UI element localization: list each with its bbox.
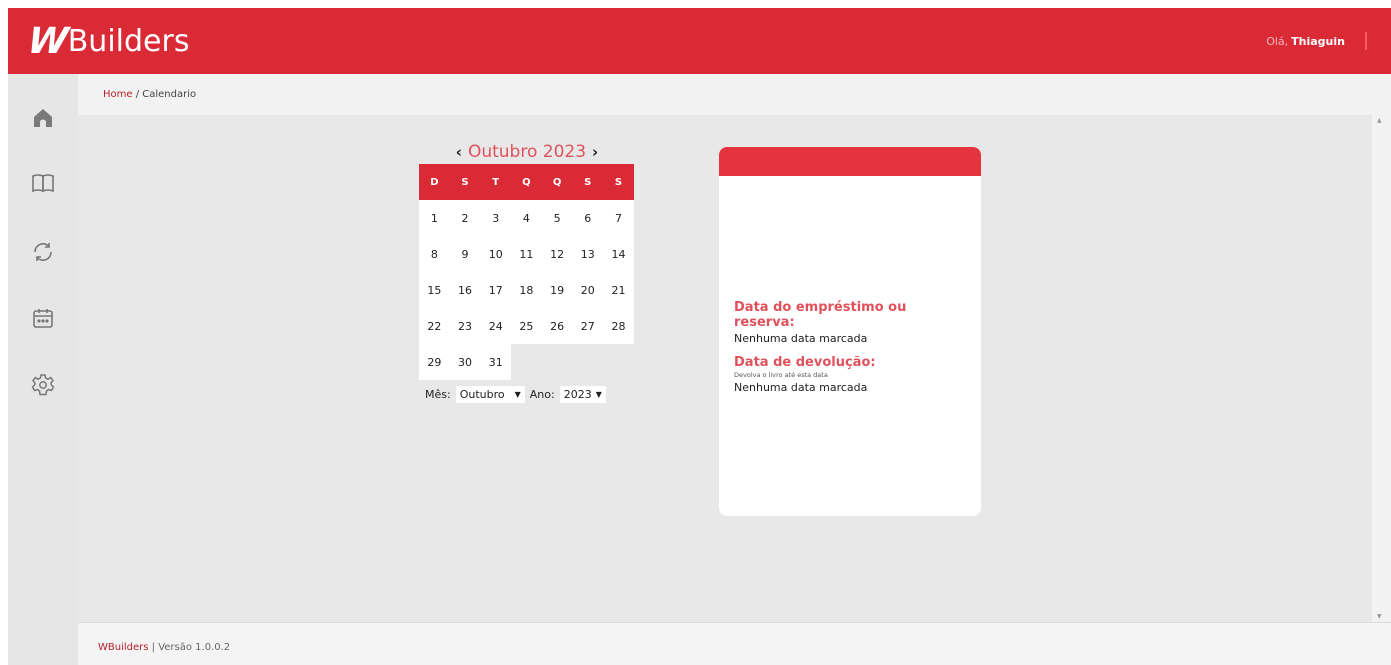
calendar-day[interactable]: 3 [480,200,512,236]
weekday-header-row: D S T Q Q S S [419,164,634,200]
breadcrumb-home-link[interactable]: Home [103,89,133,100]
calendar-day[interactable]: 31 [480,344,512,380]
calendar-week-row: 29 30 31 [419,344,634,380]
calendar-week-row: 15 16 17 18 19 20 21 [419,272,634,308]
footer-version: | Versão 1.0.0.2 [148,642,231,653]
calendar-day[interactable]: 25 [511,308,542,344]
calendar-controls: Mês: Outubro ▼ Ano: 2023 ▼ [425,386,611,403]
calendar-day[interactable]: 30 [449,344,481,380]
weekday-label: S [572,164,604,200]
return-date-value: Nenhuma data marcada [734,381,868,394]
scroll-up-icon[interactable]: ▲ [1377,117,1382,124]
greeting-text: Olá, [1266,34,1289,48]
calendar-day[interactable]: 4 [511,200,542,236]
footer: WBuilders | Versão 1.0.0.2 [78,622,1391,665]
calendar-day[interactable]: 23 [449,308,481,344]
calendar-day[interactable]: 9 [449,236,481,272]
year-select[interactable]: 2023 ▼ [559,386,606,403]
breadcrumb-separator: / [132,89,143,100]
calendar-day[interactable]: 16 [449,272,481,308]
calendar-day[interactable]: 27 [572,308,604,344]
return-date-hint: Devolva o livro até esta data [734,371,828,379]
chevron-down-icon: ▼ [595,390,602,399]
year-select-value: 2023 [563,388,592,401]
calendar-week-row: 1 2 3 4 5 6 7 [419,200,634,236]
logo-text: Builders [67,23,190,59]
calendar-day[interactable]: 2 [449,200,481,236]
calendar-day[interactable]: 21 [603,272,634,308]
footer-brand: WBuilders [98,642,149,653]
calendar-day[interactable]: 13 [572,236,604,272]
calendar-header: ‹ Outubro 2023 › [420,141,634,163]
calendar-day[interactable]: 15 [419,272,450,308]
calendar-day[interactable]: 7 [603,200,634,236]
gear-icon[interactable] [31,373,55,397]
calendar-day[interactable]: 17 [480,272,512,308]
card-body: Data do empréstimo ou reserva: Nenhuma d… [734,300,971,394]
loan-date-value: Nenhuma data marcada [734,332,868,345]
calendar-week-row: 22 23 24 25 26 27 28 [419,308,634,344]
calendar-day[interactable]: 29 [419,344,450,380]
calendar-empty-cell [572,344,603,380]
calendar-day[interactable]: 26 [541,308,573,344]
calendar-day[interactable]: 11 [511,236,542,272]
book-icon[interactable] [31,171,55,195]
footer-text: WBuilders | Versão 1.0.0.2 [98,642,230,653]
calendar-empty-cell [511,344,542,380]
return-date-label: Data de devolução: [734,355,876,370]
user-greeting[interactable]: Olá, Thiaguin [1266,32,1367,50]
month-select-label: Mês: [425,388,451,401]
breadcrumb: Home / Calendario [103,89,196,100]
breadcrumb-current: Calendario [142,89,197,100]
month-select[interactable]: Outubro ▼ [455,386,525,403]
next-month-button[interactable]: › [592,143,598,161]
chevron-down-icon: ▼ [514,390,521,399]
calendar-icon[interactable] [31,306,55,330]
scroll-down-icon[interactable]: ▼ [1377,613,1382,620]
calendar-day[interactable]: 28 [603,308,634,344]
calendar-day[interactable]: 12 [541,236,573,272]
calendar-day[interactable]: 19 [541,272,573,308]
username: Thiaguin [1291,34,1345,48]
calendar-day[interactable]: 6 [572,200,604,236]
calendar-day[interactable]: 24 [480,308,512,344]
weekday-label: S [449,164,481,200]
top-bar: W Builders Olá, Thiaguin [8,8,1391,74]
calendar-day[interactable]: 20 [572,272,604,308]
calendar-week-row: 8 9 10 11 12 13 14 [419,236,634,272]
header-divider [1365,32,1367,50]
weekday-label: S [603,164,634,200]
home-icon[interactable] [31,106,55,130]
calendar-day[interactable]: 14 [603,236,634,272]
calendar-empty-cell [542,344,573,380]
prev-month-button[interactable]: ‹ [456,143,462,161]
scrollbar[interactable]: ▲ ▼ [1372,115,1391,622]
weekday-label: D [419,164,450,200]
calendar-day[interactable]: 5 [541,200,573,236]
weekday-label: T [480,164,512,200]
sidebar [8,74,78,665]
weekday-label: Q [511,164,542,200]
logo-mark: W [25,20,65,62]
breadcrumb-bar: Home / Calendario [78,74,1391,115]
loan-info-card: Data do empréstimo ou reserva: Nenhuma d… [719,147,981,516]
calendar-grid: D S T Q Q S S 1 2 3 4 5 6 7 8 9 10 11 12… [419,164,634,380]
calendar-day[interactable]: 22 [419,308,450,344]
calendar-day[interactable]: 18 [511,272,542,308]
card-header [719,147,981,176]
calendar-title: Outubro 2023 [467,142,587,162]
loan-date-label: Data do empréstimo ou reserva: [734,300,907,330]
calendar-day[interactable]: 1 [419,200,450,236]
year-select-label: Ano: [529,388,555,401]
weekday-label: Q [541,164,573,200]
calendar-day[interactable]: 10 [480,236,512,272]
calendar-empty-cell [603,344,634,380]
refresh-icon[interactable] [31,240,55,264]
app-logo[interactable]: W Builders [25,20,190,62]
month-select-value: Outubro [459,388,505,401]
calendar-day[interactable]: 8 [419,236,450,272]
